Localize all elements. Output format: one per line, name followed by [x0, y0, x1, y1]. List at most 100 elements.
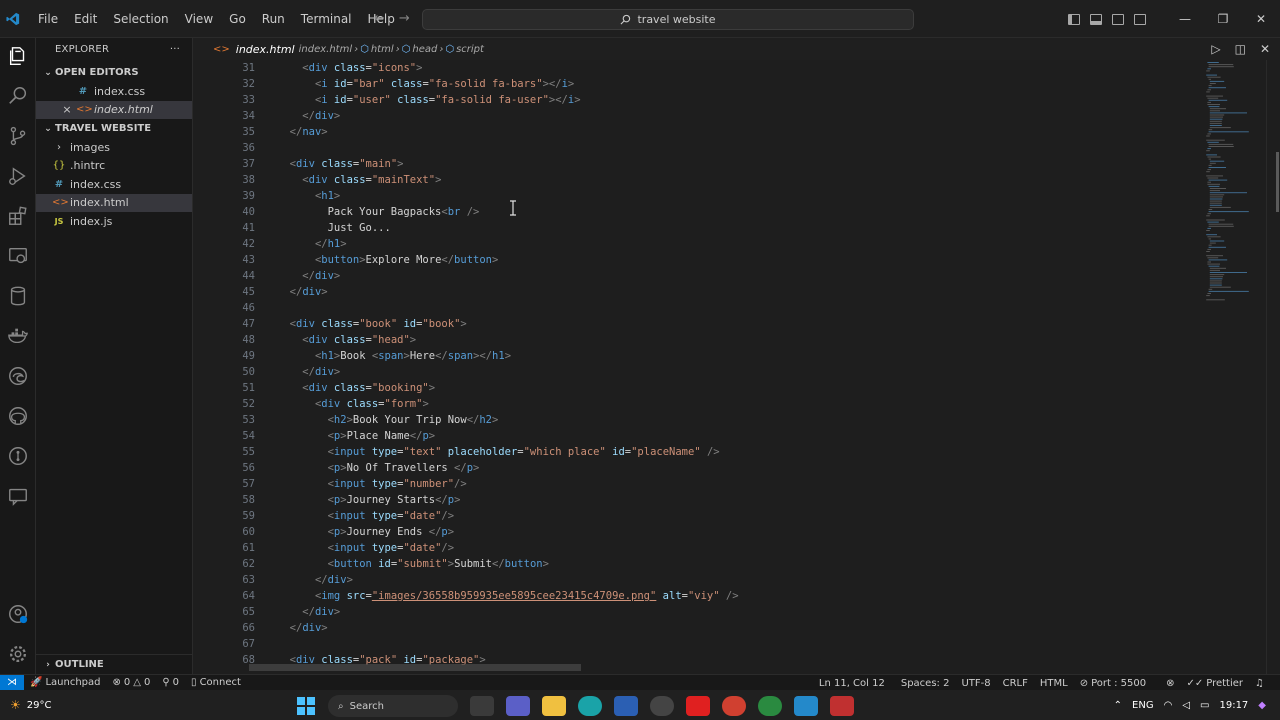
code-line[interactable]: <input type="date"/> — [277, 508, 739, 524]
code-line[interactable]: <div class="main"> — [277, 156, 739, 172]
tree-item-index-css[interactable]: # index.css — [36, 175, 192, 194]
open-editors-section[interactable]: ⌄ OPEN EDITORS — [36, 63, 192, 82]
code-line[interactable]: <input type="number"/> — [277, 476, 739, 492]
extensions-icon[interactable] — [6, 204, 30, 228]
tree-item-index-js[interactable]: JS index.js — [36, 212, 192, 231]
code-line[interactable]: <input type="date"/> — [277, 540, 739, 556]
recorder-icon[interactable] — [830, 696, 854, 716]
code-line[interactable]: </div> — [277, 572, 739, 588]
minimize-icon[interactable]: — — [1166, 12, 1204, 26]
code-line[interactable]: </div> — [277, 108, 739, 124]
breadcrumb-item[interactable]: html — [371, 44, 394, 55]
explorer-icon[interactable] — [6, 44, 30, 68]
code-line[interactable]: </div> — [277, 364, 739, 380]
code-line[interactable]: <button>Explore More</button> — [277, 252, 739, 268]
forward-arrow-icon[interactable]: → — [399, 11, 410, 26]
task-view-icon[interactable] — [470, 696, 494, 716]
close-tab-icon[interactable]: ✕ — [1260, 42, 1270, 56]
minimap[interactable] — [1203, 62, 1263, 302]
outline-section[interactable]: › OUTLINE — [36, 654, 193, 674]
close-editor-icon[interactable]: × — [60, 103, 74, 116]
settings-gear-icon[interactable] — [6, 642, 30, 666]
code-line[interactable] — [277, 300, 739, 316]
source-control-icon[interactable] — [6, 124, 30, 148]
code-line[interactable]: </div> — [277, 284, 739, 300]
code-line[interactable] — [277, 140, 739, 156]
remote-indicator-icon[interactable]: ⋊ — [0, 674, 24, 691]
menu-terminal[interactable]: Terminal — [293, 0, 360, 38]
menu-go[interactable]: Go — [221, 0, 254, 38]
toggle-secondary-sidebar-icon[interactable] — [1112, 13, 1124, 25]
code-line[interactable]: <div class="head"> — [277, 332, 739, 348]
code-line[interactable]: </div> — [277, 604, 739, 620]
code-line[interactable]: <h1> — [277, 188, 739, 204]
more-actions-icon[interactable]: ··· — [170, 44, 180, 55]
code-line[interactable]: </div> — [277, 620, 739, 636]
menu-selection[interactable]: Selection — [105, 0, 176, 38]
tab-index-html[interactable]: <> index.html — [193, 38, 295, 60]
code-line[interactable]: <img src="images/36558b959935ee5895cee23… — [277, 588, 739, 604]
remote-explorer-icon[interactable] — [6, 244, 30, 268]
breadcrumb-item[interactable]: head — [412, 44, 437, 55]
run-play-icon[interactable]: ▷ — [1211, 42, 1220, 56]
prettier-status[interactable]: ✓✓ Prettier — [1180, 678, 1249, 689]
code-lines[interactable]: <div class="icons"> <i id="bar" class="f… — [277, 60, 739, 668]
open-editor-item-active[interactable]: × <> index.html — [36, 100, 192, 119]
code-line[interactable]: <div class="form"> — [277, 396, 739, 412]
wifi-icon[interactable]: ◠ — [1164, 700, 1173, 711]
edge-browser-icon[interactable] — [6, 364, 30, 388]
indentation[interactable]: Spaces: 2 — [895, 678, 956, 689]
code-line[interactable]: <h1>Book <span>Here</span></h1> — [277, 348, 739, 364]
code-editor[interactable]: 31 32 33 34 35 36 37 38 39 40 41 42 43 44 45 46 47 48 49 50… — [193, 60, 1280, 674]
toggle-primary-sidebar-icon[interactable] — [1068, 13, 1080, 25]
code-line[interactable]: </nav> — [277, 124, 739, 140]
github-icon[interactable] — [6, 404, 30, 428]
database-icon[interactable] — [6, 284, 30, 308]
windows-start-icon[interactable] — [296, 696, 316, 716]
code-line[interactable]: <div class="icons"> — [277, 60, 739, 76]
back-arrow-icon[interactable]: ← — [374, 11, 385, 26]
edge-icon[interactable] — [578, 696, 602, 716]
battery-icon[interactable]: ▭ — [1200, 700, 1209, 711]
chrome-profile-icon[interactable] — [758, 696, 782, 716]
notification-bell-off-icon[interactable]: ⊗ — [1160, 678, 1180, 689]
tree-item-index-html[interactable]: <> index.html — [36, 193, 192, 212]
menu-run[interactable]: Run — [254, 0, 293, 38]
file-explorer-icon[interactable] — [542, 696, 566, 716]
code-line[interactable]: </h1> — [277, 236, 739, 252]
teams-icon[interactable] — [506, 696, 530, 716]
horizontal-scrollbar[interactable] — [249, 664, 581, 671]
live-server-status[interactable]: ⊘ Port : 5500 — [1074, 678, 1152, 689]
youtube-icon[interactable] — [686, 696, 710, 716]
code-line[interactable]: <input type="text" placeholder="which pl… — [277, 444, 739, 460]
language-mode[interactable]: HTML — [1034, 678, 1074, 689]
vertical-scrollbar[interactable] — [1276, 152, 1279, 212]
toggle-panel-icon[interactable] — [1090, 13, 1102, 25]
code-line[interactable]: <button id="submit">Submit</button> — [277, 556, 739, 572]
code-line[interactable] — [277, 636, 739, 652]
maximize-icon[interactable]: ❐ — [1204, 12, 1242, 26]
breadcrumb-item[interactable]: index.html — [299, 44, 353, 55]
chrome-icon[interactable] — [722, 696, 746, 716]
menu-edit[interactable]: Edit — [66, 0, 105, 38]
tree-item-hintrc[interactable]: {} .hintrc — [36, 157, 192, 176]
speaker-icon[interactable]: ◁ — [1182, 700, 1190, 711]
docker-icon[interactable] — [6, 324, 30, 348]
notifications-icon[interactable]: ♫ — [1249, 678, 1270, 689]
ports-status[interactable]: ⚲ 0 — [156, 677, 185, 688]
code-line[interactable]: <div class="book" id="book"> — [277, 316, 739, 332]
code-line[interactable]: <div class="mainText"> — [277, 172, 739, 188]
launchpad-status[interactable]: 🚀 Launchpad — [24, 677, 107, 688]
input-language[interactable]: ENG — [1132, 700, 1154, 711]
code-line[interactable]: Pack Your Bagpacks<br /> — [277, 204, 739, 220]
tree-item-images[interactable]: › images — [36, 138, 192, 157]
gitlens-icon[interactable] — [6, 444, 30, 468]
vscode-taskbar-icon[interactable] — [794, 696, 818, 716]
code-line[interactable]: <p>No Of Travellers </p> — [277, 460, 739, 476]
app-icon[interactable] — [650, 696, 674, 716]
travel-website-section[interactable]: ⌄ TRAVEL WEBSITE — [36, 119, 192, 138]
taskbar-search[interactable]: ⌕ Search — [328, 695, 458, 717]
problems-status[interactable]: ⊗ 0 △ 0 — [107, 677, 157, 688]
close-window-icon[interactable]: ✕ — [1242, 12, 1280, 26]
line-ending[interactable]: CRLF — [997, 678, 1034, 689]
